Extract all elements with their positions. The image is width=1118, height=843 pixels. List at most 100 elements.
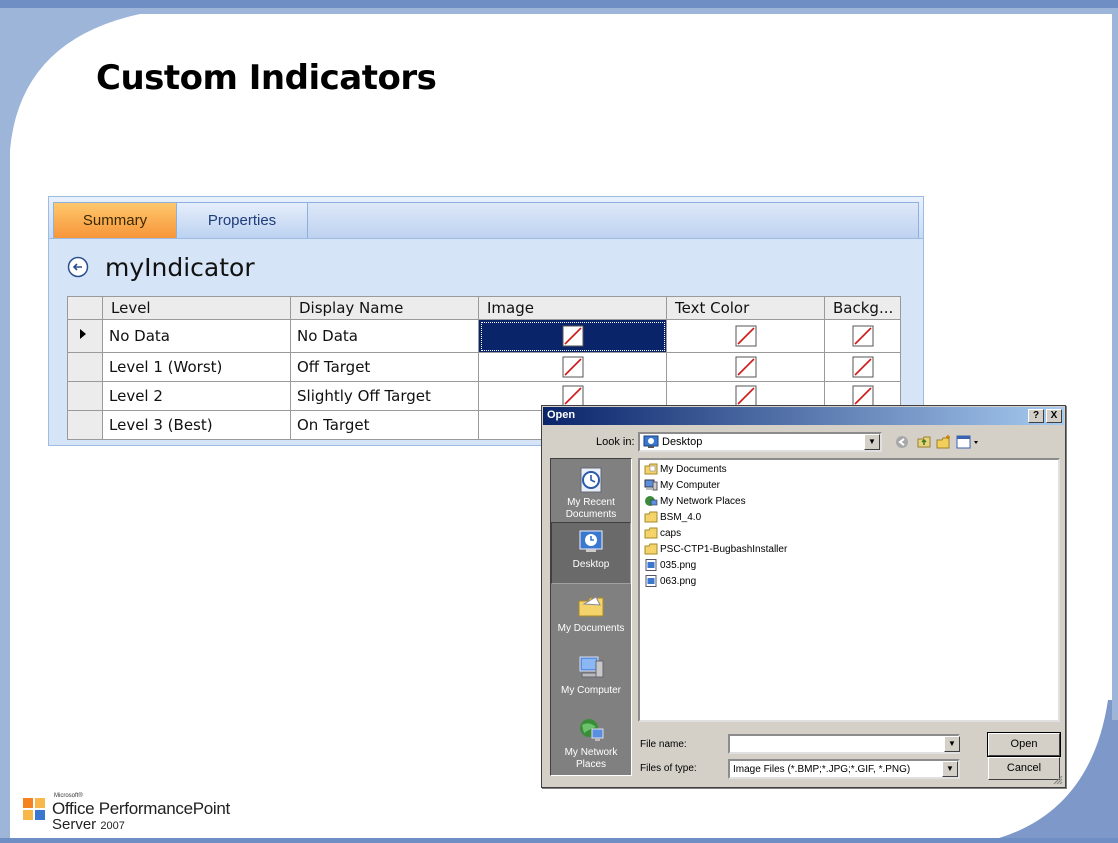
recent-documents-icon [580, 467, 602, 493]
place-label: My Computer [560, 685, 621, 696]
network-icon [645, 496, 658, 507]
file-name: 063.png [660, 576, 697, 587]
logo-server: Server [52, 816, 97, 833]
no-image-icon [852, 385, 873, 407]
table-row[interactable]: No Data No Data [67, 319, 901, 353]
desktop-icon [579, 530, 603, 552]
my-documents-icon [578, 596, 604, 617]
list-item[interactable]: PSC-CTP1-BugbashInstaller [644, 542, 787, 558]
place-my-documents[interactable]: My Documents [551, 587, 631, 649]
current-row-arrow-icon [80, 329, 86, 339]
cell-text-color[interactable] [666, 352, 825, 382]
grid-header-row: Level Display Name Image Text Color Back… [67, 296, 901, 320]
new-folder-icon[interactable] [936, 434, 952, 450]
my-network-places-icon [580, 719, 604, 741]
no-image-icon [562, 385, 583, 407]
open-button[interactable]: Open [987, 732, 1061, 757]
place-label: My Recent Documents [565, 497, 617, 520]
look-in-value: Desktop [662, 436, 703, 448]
file-list[interactable]: My Documents My Computer My Network Plac… [638, 458, 1060, 722]
column-header-image[interactable]: Image [478, 296, 667, 320]
list-item[interactable]: My Documents [644, 462, 727, 478]
close-button[interactable]: X [1046, 409, 1062, 423]
chevron-down-icon[interactable]: ▼ [864, 434, 880, 450]
image-file-icon [645, 575, 657, 588]
logo-year: 2007 [100, 820, 125, 832]
cell-background[interactable] [824, 352, 901, 382]
list-item[interactable]: BSM_4.0 [644, 510, 701, 526]
place-my-recent-documents[interactable]: My Recent Documents [551, 461, 631, 523]
cell-display-name[interactable]: On Target [290, 410, 479, 440]
look-in-label: Look in: [596, 436, 635, 448]
list-item[interactable]: caps [644, 526, 681, 542]
slide-title: Custom Indicators [96, 58, 437, 98]
chevron-down-icon[interactable]: ▼ [942, 761, 958, 777]
folder-icon [644, 511, 658, 523]
place-label: My Documents [557, 623, 625, 634]
cell-display-name[interactable]: Off Target [290, 352, 479, 382]
file-name: 035.png [660, 560, 697, 571]
place-label: Desktop [572, 559, 610, 570]
list-item[interactable]: My Network Places [644, 494, 746, 510]
column-header-display-name[interactable]: Display Name [290, 296, 479, 320]
tab-summary[interactable]: Summary [53, 202, 177, 238]
column-header-level[interactable]: Level [102, 296, 291, 320]
back-icon[interactable] [894, 434, 910, 450]
place-desktop[interactable]: Desktop [551, 522, 631, 584]
file-name: PSC-CTP1-BugbashInstaller [660, 544, 788, 555]
help-button[interactable]: ? [1028, 409, 1044, 423]
row-selector-current[interactable] [67, 319, 103, 353]
files-of-type-value: Image Files (*.BMP;*.JPG;*.GIF, *.PNG) [733, 764, 911, 775]
row-selector[interactable] [67, 352, 103, 382]
cell-level[interactable]: Level 1 (Worst) [102, 352, 291, 382]
file-name: My Computer [660, 480, 721, 491]
no-image-icon [852, 325, 873, 347]
cell-level[interactable]: Level 2 [102, 381, 291, 411]
cell-image[interactable] [478, 319, 667, 353]
tab-bar: Summary Properties [49, 197, 923, 239]
row-selector[interactable] [67, 410, 103, 440]
place-my-network-places[interactable]: My Network Places [551, 711, 631, 773]
image-file-icon [645, 559, 657, 572]
up-folder-icon[interactable] [916, 434, 932, 450]
file-name-dropdown-button[interactable]: ▼ [944, 736, 960, 752]
file-name-label: File name: [640, 739, 687, 750]
resize-grip-icon[interactable] [1051, 773, 1063, 785]
no-image-icon [735, 385, 756, 407]
office-logo-icon [23, 798, 45, 820]
column-header-background[interactable]: Backg... [824, 296, 901, 320]
files-of-type-select[interactable]: Image Files (*.BMP;*.JPG;*.GIF, *.PNG) ▼ [728, 759, 960, 779]
no-image-icon [852, 356, 873, 378]
cell-display-name[interactable]: No Data [290, 319, 479, 353]
places-bar: My Recent Documents Desktop My Documents… [550, 458, 632, 776]
desktop-icon [643, 435, 659, 448]
back-arrow-icon[interactable] [67, 256, 89, 278]
cancel-button[interactable]: Cancel [988, 757, 1060, 780]
row-selector[interactable] [67, 381, 103, 411]
no-image-icon [562, 356, 583, 378]
cell-image[interactable] [478, 352, 667, 382]
cell-level[interactable]: Level 3 (Best) [102, 410, 291, 440]
view-menu-icon[interactable] [956, 434, 980, 450]
look-in-dropdown[interactable]: Desktop ▼ [638, 432, 882, 452]
list-item[interactable]: My Computer [644, 478, 720, 494]
file-name: caps [660, 528, 682, 539]
file-name: My Documents [660, 464, 727, 475]
dialog-titlebar[interactable]: Open ? X [543, 407, 1064, 425]
my-computer-icon [579, 656, 604, 678]
file-name-input[interactable] [728, 734, 960, 754]
tab-properties[interactable]: Properties [176, 202, 308, 238]
folder-docs-icon [644, 463, 658, 475]
folder-icon [644, 527, 658, 539]
table-row[interactable]: Level 1 (Worst) Off Target [67, 352, 901, 382]
cell-level[interactable]: No Data [102, 319, 291, 353]
list-item[interactable]: 063.png [644, 574, 696, 590]
dialog-title: Open [547, 409, 576, 421]
cell-background[interactable] [824, 319, 901, 353]
column-header-text-color[interactable]: Text Color [666, 296, 825, 320]
cell-text-color[interactable] [666, 319, 825, 353]
list-item[interactable]: 035.png [644, 558, 696, 574]
place-my-computer[interactable]: My Computer [551, 649, 631, 711]
no-image-icon [735, 356, 756, 378]
cell-display-name[interactable]: Slightly Off Target [290, 381, 479, 411]
